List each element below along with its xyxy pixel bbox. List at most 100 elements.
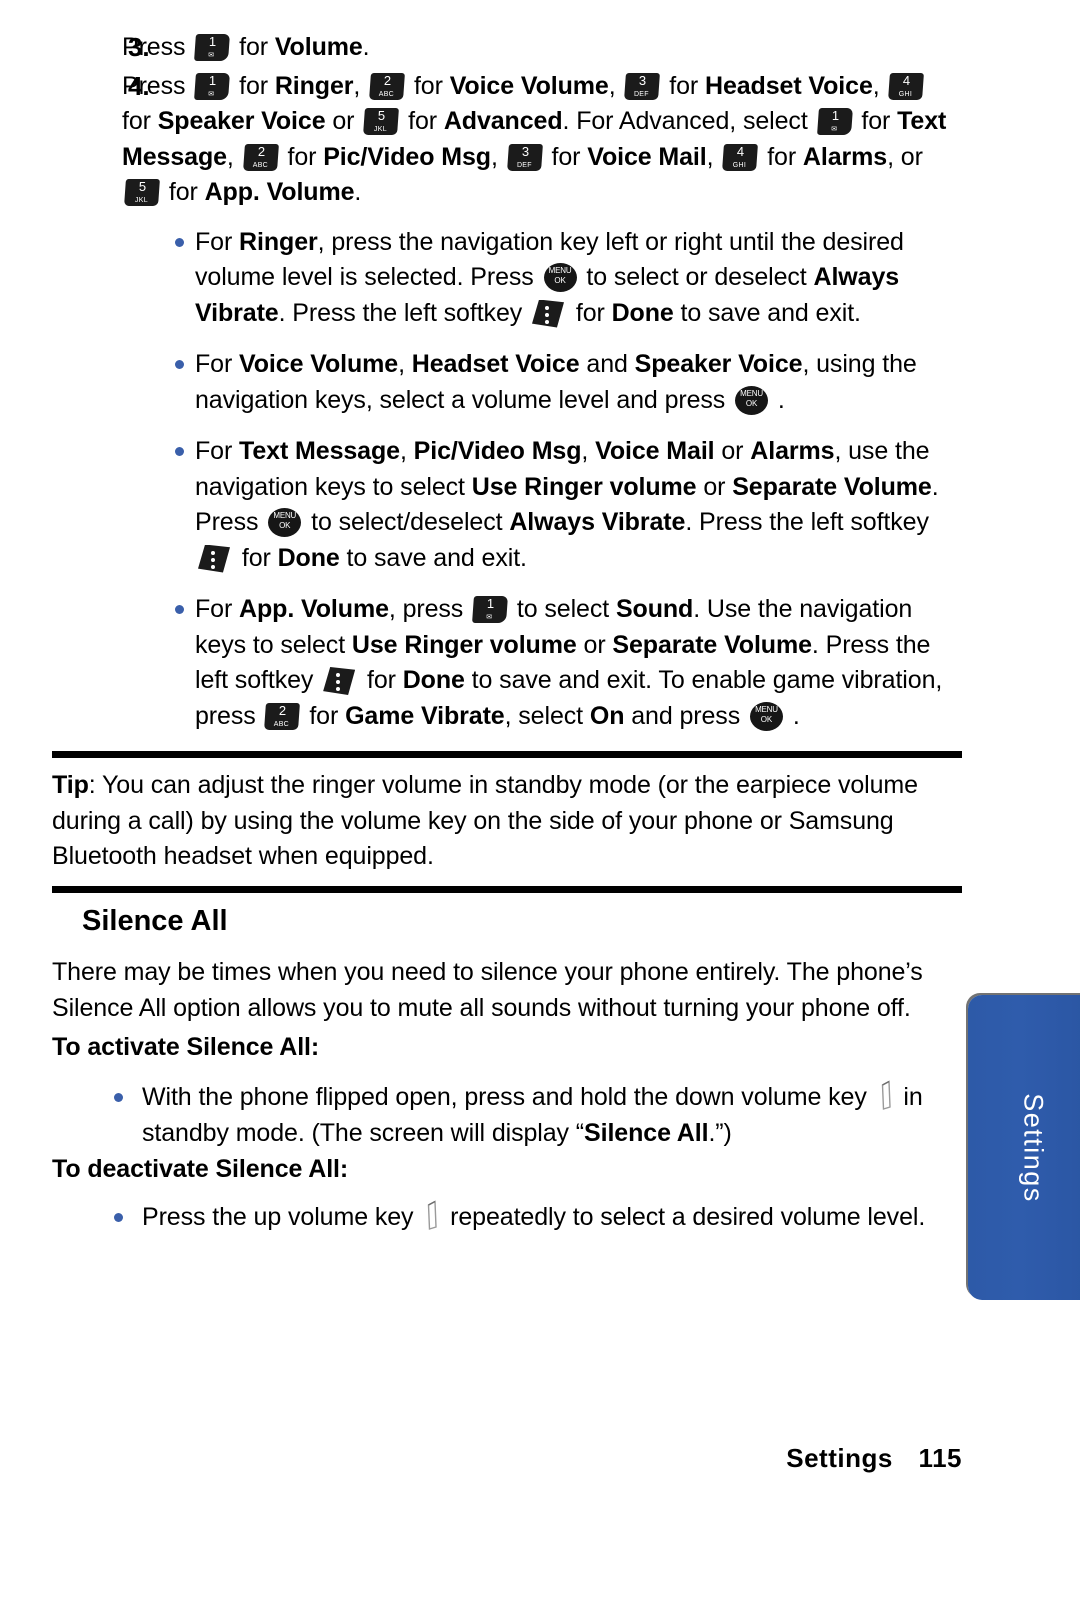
emphasis-text: Use Ringer volume: [351, 630, 577, 659]
body-text: .: [771, 385, 785, 414]
emphasis-text: Done: [277, 543, 340, 572]
activate-bullet-list: With the phone flipped open, press and h…: [52, 1080, 964, 1167]
body-text: for: [280, 142, 324, 171]
emphasis-text: On: [589, 701, 625, 730]
page-footer: Settings 115: [0, 1443, 962, 1474]
keypad-key-2-icon: 2 ABC: [264, 702, 301, 730]
emphasis-text: Speaker Voice: [157, 107, 326, 135]
body-text: ,: [490, 142, 505, 171]
keypad-key-1-icon: 1 ✉: [194, 34, 231, 61]
emphasis-text: Voice Volume: [449, 71, 609, 100]
emphasis-text: Game Vibrate: [345, 701, 505, 730]
body-text: .: [785, 701, 800, 730]
menu-ok-key-icon: MENU OK: [749, 701, 783, 731]
step-number: 3.: [128, 32, 150, 62]
emphasis-text: Advanced: [443, 107, 563, 135]
numbered-step: 3. Press 1 ✉ for Volume.: [52, 30, 962, 66]
body-text: for: [122, 107, 158, 135]
emphasis-text: Alarms: [802, 142, 888, 171]
side-tab-label: Settings: [1018, 1092, 1049, 1203]
volume-side-key-icon: [425, 1200, 438, 1230]
keypad-key-3-icon: 3 DEF: [506, 143, 543, 171]
body-text: With the phone flipped open, press and h…: [142, 1083, 874, 1111]
body-text: or: [325, 107, 362, 135]
emphasis-text: Volume: [274, 33, 363, 61]
body-text: for: [569, 298, 612, 327]
step-text: Press 1 ✉ for Volume.: [122, 30, 962, 66]
body-text: for: [854, 107, 898, 135]
body-text: for: [162, 178, 205, 206]
body-text: For: [195, 595, 240, 623]
body-text: to select: [510, 595, 616, 623]
body-text: for: [544, 142, 588, 171]
detail-bullet: For App. Volume, press 1 ✉ to select Soun…: [52, 592, 962, 734]
keypad-key-2-icon: 2 ABC: [242, 143, 279, 171]
footer-page-number: 115: [918, 1443, 962, 1473]
left-softkey-icon: [198, 544, 230, 573]
numbered-step: 4. Press 1 ✉ for Ringer, 2 ABC for Voice Vo…: [52, 69, 962, 211]
emphasis-text: Use Ringer volume: [471, 472, 697, 501]
emphasis-text: Voice Mail: [587, 142, 707, 171]
body-text: . Press the left softkey: [278, 298, 529, 327]
step-detail-bullet-list: For Ringer, press the navigation key lef…: [52, 225, 962, 735]
body-text: for: [760, 142, 803, 171]
body-text: For: [195, 437, 240, 465]
emphasis-text: Ringer: [274, 71, 354, 100]
body-text: for: [662, 71, 705, 100]
body-text: to save and exit.: [339, 543, 527, 572]
body-text: , or: [887, 142, 923, 171]
body-text: ,: [706, 142, 721, 171]
body-text: .: [354, 178, 362, 206]
emphasis-text: Alarms: [750, 437, 835, 465]
body-text: or: [714, 437, 751, 465]
emphasis-text: Done: [402, 666, 465, 694]
body-text: ,: [608, 71, 623, 100]
procedure-bullet: Press the up volume key repeatedly to se…: [52, 1200, 964, 1236]
step-text: Press 1 ✉ for Ringer, 2 ABC for Voice Volu…: [122, 69, 962, 211]
tip-paragraph: Tip: You can adjust the ringer volume in…: [52, 768, 964, 875]
body-text: for: [232, 71, 275, 100]
body-text: ,: [398, 350, 412, 378]
emphasis-text: Text Message: [239, 437, 400, 465]
emphasis-text: Voice Mail: [595, 437, 715, 465]
body-text: for: [407, 71, 450, 100]
body-text: , select: [504, 701, 590, 730]
numbered-step-list: 3. Press 1 ✉ for Volume. 4. Press 1 ✉ for Rin…: [52, 30, 962, 211]
body-text: for: [232, 33, 275, 61]
body-text: .: [362, 33, 370, 61]
menu-ok-key-icon: MENU OK: [735, 385, 769, 415]
body-text: and: [579, 350, 635, 378]
emphasis-text: Ringer: [239, 227, 318, 256]
subheading-deactivate: To deactivate Silence All:: [52, 1155, 349, 1183]
body-text: repeatedly to select a desired volume le…: [443, 1203, 926, 1231]
body-text: . For Advanced, select: [562, 107, 815, 135]
manual-page: 3. Press 1 ✉ for Volume. 4. Press 1 ✉ for Rin…: [0, 0, 1080, 1622]
procedure-bullet: With the phone flipped open, press and h…: [52, 1080, 964, 1151]
footer-section-name: Settings: [786, 1443, 893, 1473]
emphasis-text: Done: [611, 298, 674, 327]
emphasis-text: Separate Volume: [732, 472, 932, 501]
emphasis-text: Silence All: [584, 1118, 709, 1147]
body-text: and press: [624, 701, 747, 730]
subheading-activate: To activate Silence All:: [52, 1033, 320, 1061]
left-softkey-icon: [532, 299, 564, 328]
side-tab-settings[interactable]: Settings: [968, 995, 1080, 1300]
body-text: or: [696, 472, 733, 501]
emphasis-text: Headset Voice: [411, 350, 580, 378]
emphasis-text: Pic/Video Msg: [413, 437, 582, 465]
detail-bullet: For Text Message, Pic/Video Msg, Voice M…: [52, 434, 962, 576]
body-text: for: [360, 666, 403, 694]
keypad-key-2-icon: 2 ABC: [369, 72, 406, 100]
silence-all-intro: There may be times when you need to sile…: [52, 958, 923, 1022]
left-softkey-icon: [323, 667, 356, 695]
keypad-key-1-icon: 1 ✉: [816, 108, 853, 135]
emphasis-text: Sound: [615, 595, 694, 623]
body-text: to select or deselect: [579, 263, 814, 291]
body-text: . Press the left softkey: [685, 508, 929, 536]
emphasis-text: Tip: [52, 771, 89, 799]
body-text: Press the up volume key: [142, 1203, 421, 1231]
body-text: to save and exit.: [673, 298, 861, 327]
keypad-key-4-icon: 4 GHI: [722, 143, 759, 171]
body-text: ,: [399, 437, 414, 465]
body-text: For: [195, 350, 240, 378]
